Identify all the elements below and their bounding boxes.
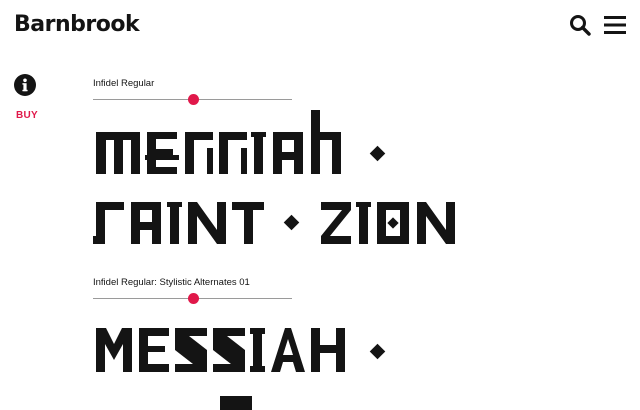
slider-thumb[interactable] <box>187 293 199 304</box>
font-specimen-stylistic-alternates: Infidel Regular: Stylistic Alternates 01 <box>93 276 613 410</box>
info-icon <box>22 78 28 92</box>
hamburger-menu-icon <box>604 16 626 34</box>
slider-thumb[interactable] <box>187 94 199 105</box>
font-specimen-regular: Infidel Regular <box>93 77 613 244</box>
font-size-slider[interactable] <box>93 93 292 105</box>
type-sample-text[interactable] <box>93 310 493 410</box>
font-name-label: Infidel Regular <box>93 78 155 89</box>
type-sample-text[interactable] <box>93 110 493 250</box>
brand-logo[interactable]: Barnbrook <box>14 12 140 37</box>
font-size-slider[interactable] <box>93 292 292 304</box>
buy-link[interactable]: BUY <box>16 110 38 121</box>
search-button[interactable] <box>569 14 591 36</box>
search-icon <box>570 15 591 36</box>
font-name-label: Infidel Regular: Stylistic Alternates 01 <box>93 277 250 288</box>
menu-button[interactable] <box>604 15 626 35</box>
info-button[interactable] <box>14 74 36 96</box>
